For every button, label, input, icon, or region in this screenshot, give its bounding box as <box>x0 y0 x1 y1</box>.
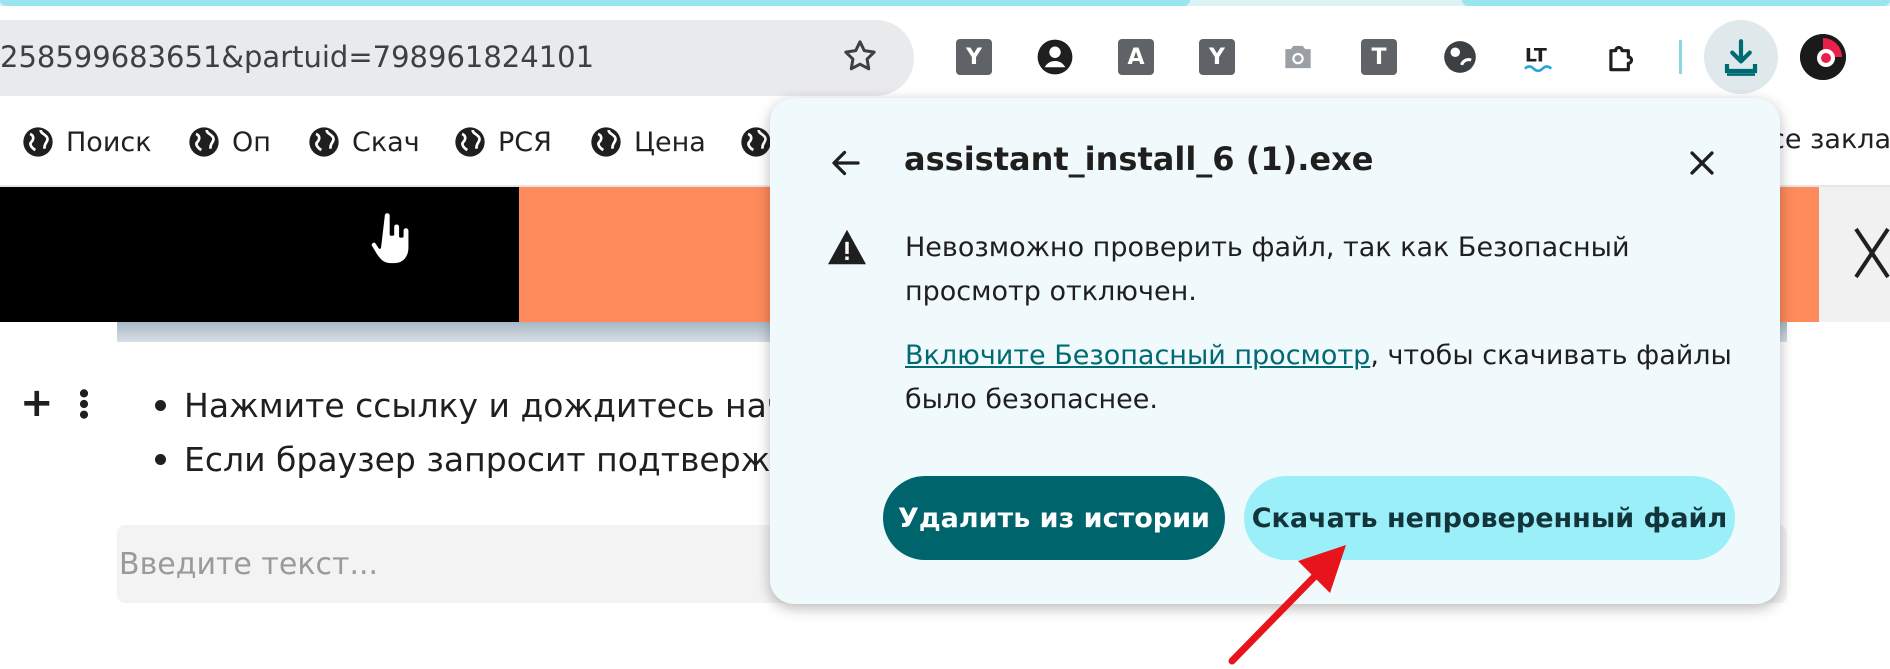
url-text[interactable]: 258599683651&partuid=798961824101 <box>0 40 594 74</box>
bullet-dot <box>155 454 166 465</box>
globe-icon <box>189 127 219 157</box>
bookmark-label: Поиск <box>66 126 152 158</box>
camera-icon <box>1285 45 1311 69</box>
globe-icon <box>741 127 771 157</box>
bookmark-item[interactable]: Поиск <box>22 122 152 162</box>
download-icon <box>1724 39 1758 76</box>
extension-t-icon[interactable]: T <box>1360 38 1398 76</box>
enable-safe-browsing-link[interactable]: Включите Безопасный просмотр <box>905 340 1370 371</box>
annotation-arrow-icon <box>1228 545 1346 665</box>
bookmark-star-icon[interactable] <box>840 36 880 76</box>
bullet-dot <box>155 400 166 411</box>
safe-browsing-hint: Включите Безопасный просмотр, чтобы скач… <box>905 334 1745 422</box>
extension-y-icon[interactable]: Y <box>955 38 993 76</box>
toolbar-separator <box>1679 40 1682 74</box>
bookmark-item[interactable] <box>740 122 772 162</box>
bookmark-item[interactable]: Оп <box>188 122 271 162</box>
bookmark-item[interactable]: Скач <box>308 122 420 162</box>
globe-icon <box>455 127 485 157</box>
extension-y2-icon[interactable]: Y <box>1198 38 1236 76</box>
globe-icon <box>591 127 621 157</box>
banner-dark-segment <box>0 187 519 322</box>
globe-icon <box>309 127 339 157</box>
account-circle-icon <box>1037 39 1073 75</box>
all-bookmarks-button[interactable]: се заклад <box>1770 124 1890 155</box>
warning-icon <box>828 229 866 265</box>
back-arrow-icon[interactable] <box>828 145 864 181</box>
bookmark-item[interactable]: Цена <box>590 122 706 162</box>
close-icon[interactable] <box>1685 146 1719 180</box>
warning-message: Невозможно проверить файл, так как Безоп… <box>905 232 1630 307</box>
list-item: Нажмите ссылку и дождитесь начало <box>155 386 848 425</box>
svg-text:LT: LT <box>1525 44 1547 66</box>
hand-cursor-icon <box>369 210 412 266</box>
bookmark-label: РСЯ <box>498 126 552 158</box>
avatar-icon <box>1800 34 1846 80</box>
bookmark-label: Оп <box>232 126 271 158</box>
more-vertical-icon[interactable] <box>78 388 90 420</box>
globe-icon <box>23 127 53 157</box>
extension-a-icon[interactable]: A <box>1117 38 1155 76</box>
bookmark-item[interactable]: РСЯ <box>454 122 552 162</box>
extension-camera-icon[interactable] <box>1279 38 1317 76</box>
list-item-text: Нажмите ссылку и дождитесь начало <box>184 386 848 425</box>
add-block-button[interactable]: + <box>20 383 54 423</box>
banner-close-icon[interactable] <box>1852 225 1890 281</box>
list-item-text: Если браузер запросит подтвержден <box>184 440 836 479</box>
puzzle-icon <box>1609 45 1634 72</box>
delete-from-history-button[interactable]: Удалить из истории <box>883 476 1225 560</box>
profile-avatar[interactable] <box>1800 34 1846 80</box>
extension-lt-icon[interactable]: LT <box>1522 38 1560 76</box>
list-item: Если браузер запросит подтвержден <box>155 440 835 479</box>
extension-profile-icon[interactable] <box>1036 38 1074 76</box>
palette-icon <box>1444 41 1476 73</box>
bookmark-label: Скач <box>352 126 420 158</box>
downloads-button[interactable] <box>1704 20 1778 94</box>
extensions-puzzle-icon[interactable] <box>1603 38 1641 76</box>
popup-title: assistant_install_6 (1).exe <box>904 140 1374 178</box>
extension-palette-icon[interactable] <box>1441 38 1479 76</box>
languagetool-icon: LT <box>1523 44 1553 73</box>
bookmark-label: Цена <box>634 126 706 158</box>
